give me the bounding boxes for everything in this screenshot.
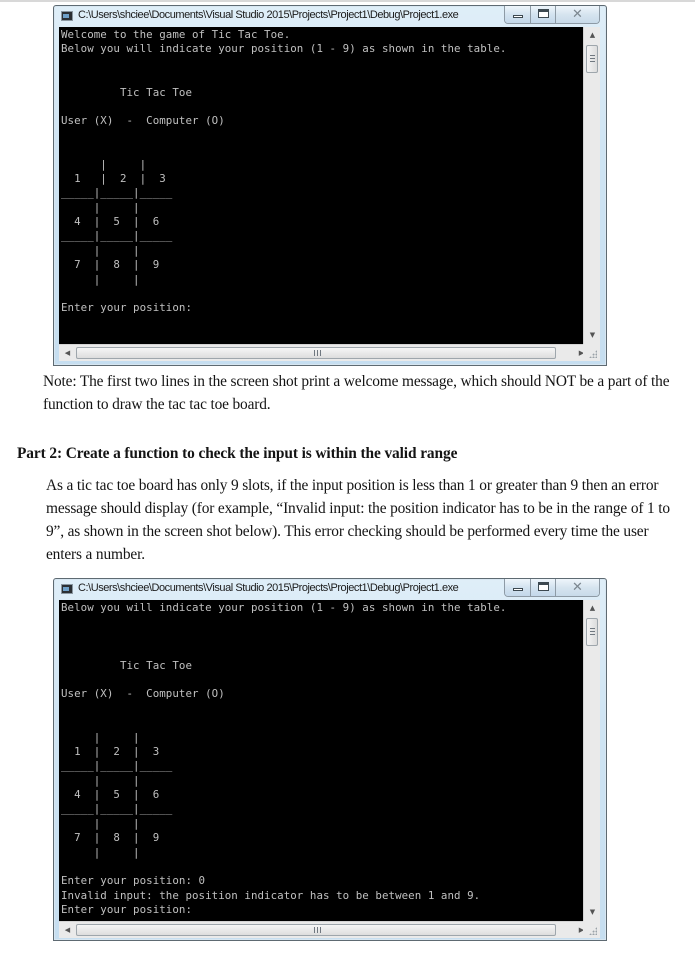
minimize-icon — [513, 15, 523, 18]
console-window-invalid-input: C:\Users\shciee\Documents\Visual Studio … — [53, 578, 607, 941]
resize-grip[interactable] — [583, 921, 600, 938]
console-line: User (X) - Computer (O) — [61, 687, 225, 701]
scroll-up-icon[interactable]: ▲ — [584, 27, 601, 44]
console-line: 4 | 5 | 6 — [61, 215, 160, 229]
minimize-icon — [513, 588, 523, 591]
close-button[interactable]: ✕ — [555, 6, 599, 23]
console-line: 1 | 2 | 3 — [61, 171, 166, 185]
vertical-scroll-thumb[interactable] — [586, 45, 598, 73]
maximize-icon — [538, 582, 549, 591]
vertical-scrollbar[interactable]: ▲ ▼ — [583, 27, 600, 344]
horizontal-scrollbar[interactable]: ◀ ▶ — [59, 921, 590, 938]
console-line: _____|_____|_____ — [61, 186, 173, 200]
scroll-down-icon[interactable]: ▼ — [584, 327, 601, 344]
console-line: Below you will indicate your position (1… — [61, 601, 507, 614]
console-line: | | — [61, 157, 147, 171]
vertical-scroll-thumb[interactable] — [586, 618, 598, 646]
console-window-welcome: C:\Users\shciee\Documents\Visual Studio … — [53, 5, 607, 366]
console-line: Below you will indicate your position (1… — [61, 42, 507, 56]
minimize-button[interactable] — [505, 579, 530, 596]
maximize-button[interactable] — [530, 579, 555, 596]
console-line: 4 | 5 | 6 — [61, 788, 160, 802]
console-line: | | — [61, 816, 140, 830]
console-line: _____|_____|_____ — [61, 759, 173, 773]
window-title: C:\Users\shciee\Documents\Visual Studio … — [78, 9, 459, 21]
scroll-left-icon[interactable]: ◀ — [59, 345, 76, 361]
scroll-left-icon[interactable]: ◀ — [59, 922, 76, 938]
close-icon: ✕ — [572, 7, 583, 22]
console-app-icon — [61, 584, 73, 594]
horizontal-scroll-thumb[interactable] — [76, 924, 556, 936]
console-line: Enter your position: — [61, 903, 193, 917]
note-paragraph: Note: The first two lines in the screen … — [43, 373, 670, 413]
console-line: | | — [61, 272, 140, 286]
horizontal-scroll-thumb[interactable] — [76, 347, 556, 359]
vertical-scrollbar[interactable]: ▲ ▼ — [583, 600, 600, 921]
console-line: Enter your position: — [61, 301, 193, 315]
close-icon: ✕ — [572, 580, 583, 595]
part2-body-paragraph: As a tic tac toe board has only 9 slots,… — [46, 477, 670, 563]
window-titlebar[interactable]: C:\Users\shciee\Documents\Visual Studio … — [54, 579, 606, 600]
console-line: | | — [61, 200, 140, 214]
horizontal-scrollbar[interactable]: ◀ ▶ — [59, 344, 590, 361]
close-button[interactable]: ✕ — [555, 579, 599, 596]
console-line: | | — [61, 243, 140, 257]
caption-buttons: ✕ — [504, 579, 600, 597]
console-line: _____|_____|_____ — [61, 229, 173, 243]
console-app-icon — [61, 11, 73, 21]
maximize-button[interactable] — [530, 6, 555, 23]
console-output: Welcome to the game of Tic Tac Toe. Below… — [59, 27, 590, 344]
window-titlebar[interactable]: C:\Users\shciee\Documents\Visual Studio … — [54, 6, 606, 27]
console-line: | | — [61, 845, 140, 859]
console-line: Enter your position: 0 — [61, 874, 206, 888]
console-line: Invalid input: the position indicator ha… — [61, 888, 481, 902]
part2-heading: Part 2: Create a function to check the i… — [17, 445, 458, 462]
caption-buttons: ✕ — [504, 6, 600, 24]
console-line: 1 | 2 | 3 — [61, 744, 160, 758]
page-top-rule — [0, 0, 695, 2]
console-line: Tic Tac Toe — [61, 85, 193, 99]
minimize-button[interactable] — [505, 6, 530, 23]
console-output: Below you will indicate your position (1… — [59, 600, 590, 921]
console-line: User (X) - Computer (O) — [61, 114, 225, 128]
resize-grip[interactable] — [583, 344, 600, 361]
scroll-down-icon[interactable]: ▼ — [584, 904, 601, 921]
console-line: 7 | 8 | 9 — [61, 831, 160, 845]
console-line: 7 | 8 | 9 — [61, 258, 160, 272]
console-line: Welcome to the game of Tic Tac Toe. — [61, 28, 291, 41]
scroll-up-icon[interactable]: ▲ — [584, 600, 601, 617]
console-line: | | — [61, 730, 140, 744]
console-line: | | — [61, 773, 140, 787]
maximize-icon — [538, 9, 549, 18]
console-line: _____|_____|_____ — [61, 802, 173, 816]
window-title: C:\Users\shciee\Documents\Visual Studio … — [78, 582, 459, 594]
console-line: Tic Tac Toe — [61, 658, 193, 672]
